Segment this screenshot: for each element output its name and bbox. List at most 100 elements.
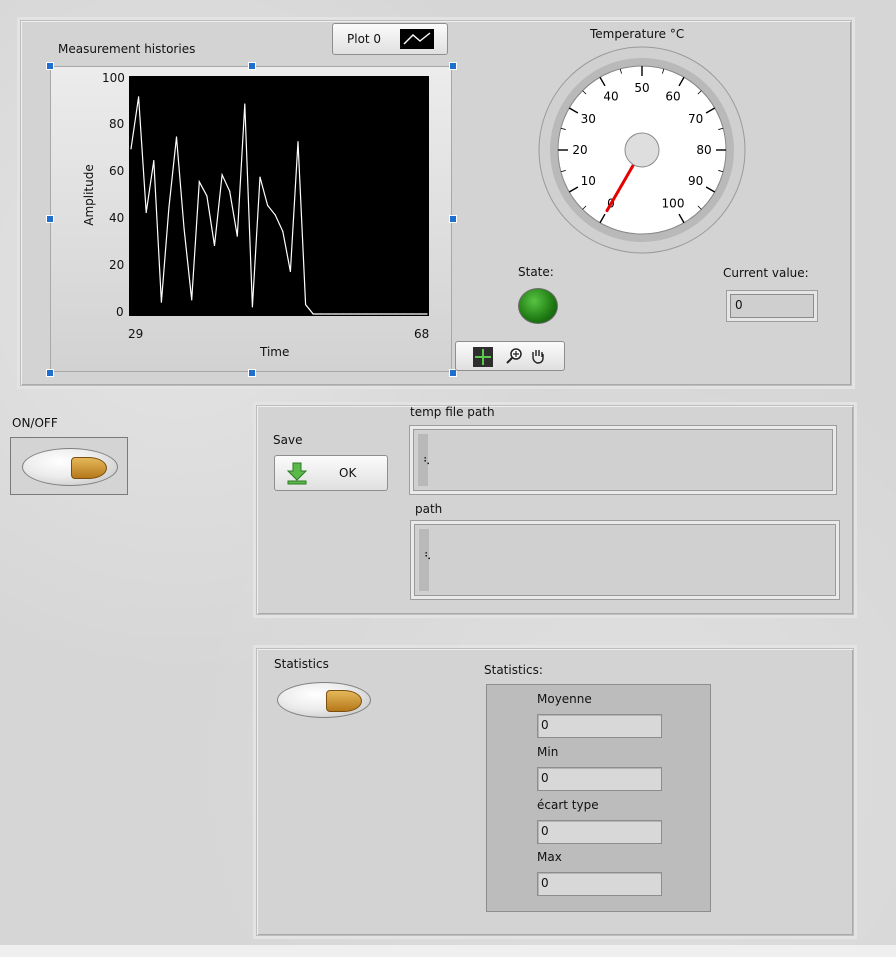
moyenne-indicator: 0: [537, 714, 662, 738]
data-point: [297, 141, 299, 143]
y-tick-100: 100: [102, 71, 125, 85]
data-point: [312, 313, 314, 315]
data-point: [229, 190, 231, 192]
graph-palette: [455, 341, 565, 371]
data-point: [259, 176, 261, 178]
graph-title: Measurement histories: [58, 42, 196, 56]
data-point: [130, 148, 132, 150]
statistics-toggle-label: Statistics: [274, 657, 329, 671]
y-tick-60: 60: [109, 164, 125, 178]
current-value-label: Current value:: [723, 266, 809, 280]
statistics-switch[interactable]: [277, 682, 371, 718]
path-pointer-icon: ⠣: [423, 457, 431, 468]
selection-handle[interactable]: [46, 62, 54, 70]
data-point: [160, 301, 162, 303]
data-point: [183, 228, 185, 230]
data-point: [342, 313, 345, 315]
gauge-tick-label: 70: [688, 112, 703, 126]
data-point: [198, 181, 200, 183]
data-point: [282, 230, 284, 232]
gauge-title: Temperature °C: [590, 27, 685, 41]
data-point: [403, 313, 405, 315]
data-point: [251, 306, 254, 308]
data-point: [206, 195, 208, 197]
data-point: [426, 313, 428, 315]
selection-handle[interactable]: [46, 215, 54, 223]
data-point: [396, 313, 398, 315]
zoom-icon[interactable]: [504, 346, 524, 366]
toggle-paddle: [326, 690, 362, 712]
data-point: [213, 244, 216, 247]
data-point: [320, 313, 322, 315]
min-indicator: 0: [537, 767, 662, 791]
data-point: [244, 103, 246, 105]
data-point: [145, 211, 147, 214]
ecart-type-label: écart type: [537, 798, 599, 812]
data-point: [411, 313, 413, 315]
temp-file-path-field[interactable]: ⠣: [413, 429, 833, 491]
x-tick-29: 29: [128, 327, 144, 341]
onoff-switch[interactable]: [22, 448, 118, 486]
y-tick-20: 20: [109, 258, 125, 272]
data-point: [274, 214, 276, 216]
data-point: [388, 313, 390, 315]
onoff-label: ON/OFF: [12, 416, 58, 430]
data-point: [380, 313, 383, 315]
x-tick-68: 68: [414, 327, 430, 341]
data-point: [289, 270, 291, 273]
data-point: [168, 207, 170, 209]
ok-button[interactable]: OK: [274, 455, 388, 491]
state-label: State:: [518, 265, 554, 279]
path-field[interactable]: ⠣: [414, 524, 836, 596]
data-point: [350, 313, 352, 315]
data-point: [137, 96, 140, 98]
gauge-tick-label: 20: [572, 143, 587, 157]
plot-legend[interactable]: Plot 0: [332, 23, 448, 55]
path-pointer-icon: ⠣: [424, 552, 432, 563]
line-style-icon: [400, 29, 434, 49]
path-label: path: [415, 502, 443, 516]
data-point: [221, 174, 223, 176]
plot-area: [129, 76, 429, 316]
ecart-type-indicator: 0: [537, 820, 662, 844]
statistics-cluster-label: Statistics:: [484, 663, 543, 677]
data-point: [365, 313, 367, 315]
xlabel: Time: [260, 345, 290, 359]
y-tick-0: 0: [116, 305, 124, 319]
bottom-strip: [0, 945, 896, 957]
state-led: [518, 288, 558, 324]
data-point: [191, 299, 193, 301]
moyenne-label: Moyenne: [537, 692, 592, 706]
data-point: [267, 204, 269, 207]
data-point: [327, 313, 329, 315]
data-point: [304, 303, 307, 306]
gauge-hub: [624, 132, 660, 168]
temp-path-label: temp file path: [410, 405, 495, 419]
data-point: [153, 160, 155, 162]
gauge-tick-label: 90: [688, 174, 703, 188]
gauge-tick-label: 40: [603, 89, 618, 103]
data-point: [335, 313, 337, 315]
gauge-tick-label: 100: [662, 197, 685, 211]
cursor-icon[interactable]: [473, 347, 493, 367]
selection-handle[interactable]: [248, 369, 256, 377]
data-point: [373, 313, 375, 315]
y-tick-40: 40: [109, 211, 125, 225]
selection-handle[interactable]: [449, 215, 457, 223]
selection-handle[interactable]: [248, 62, 256, 70]
data-point: [236, 235, 238, 237]
gauge-tick-label: 30: [581, 112, 596, 126]
ok-label: OK: [339, 466, 357, 480]
graph-plot[interactable]: [129, 76, 429, 316]
toggle-paddle: [71, 457, 107, 479]
plot-legend-label: Plot 0: [347, 32, 382, 46]
temperature-gauge[interactable]: 0102030405060708090100: [537, 45, 747, 255]
gauge-tick-label: 50: [634, 81, 649, 95]
selection-handle[interactable]: [449, 62, 457, 70]
download-icon: [285, 461, 309, 485]
pan-hand-icon[interactable]: [528, 346, 548, 366]
selection-handle[interactable]: [46, 369, 54, 377]
current-value-indicator: 0: [730, 294, 814, 318]
save-label: Save: [273, 433, 303, 447]
max-label: Max: [537, 850, 562, 864]
